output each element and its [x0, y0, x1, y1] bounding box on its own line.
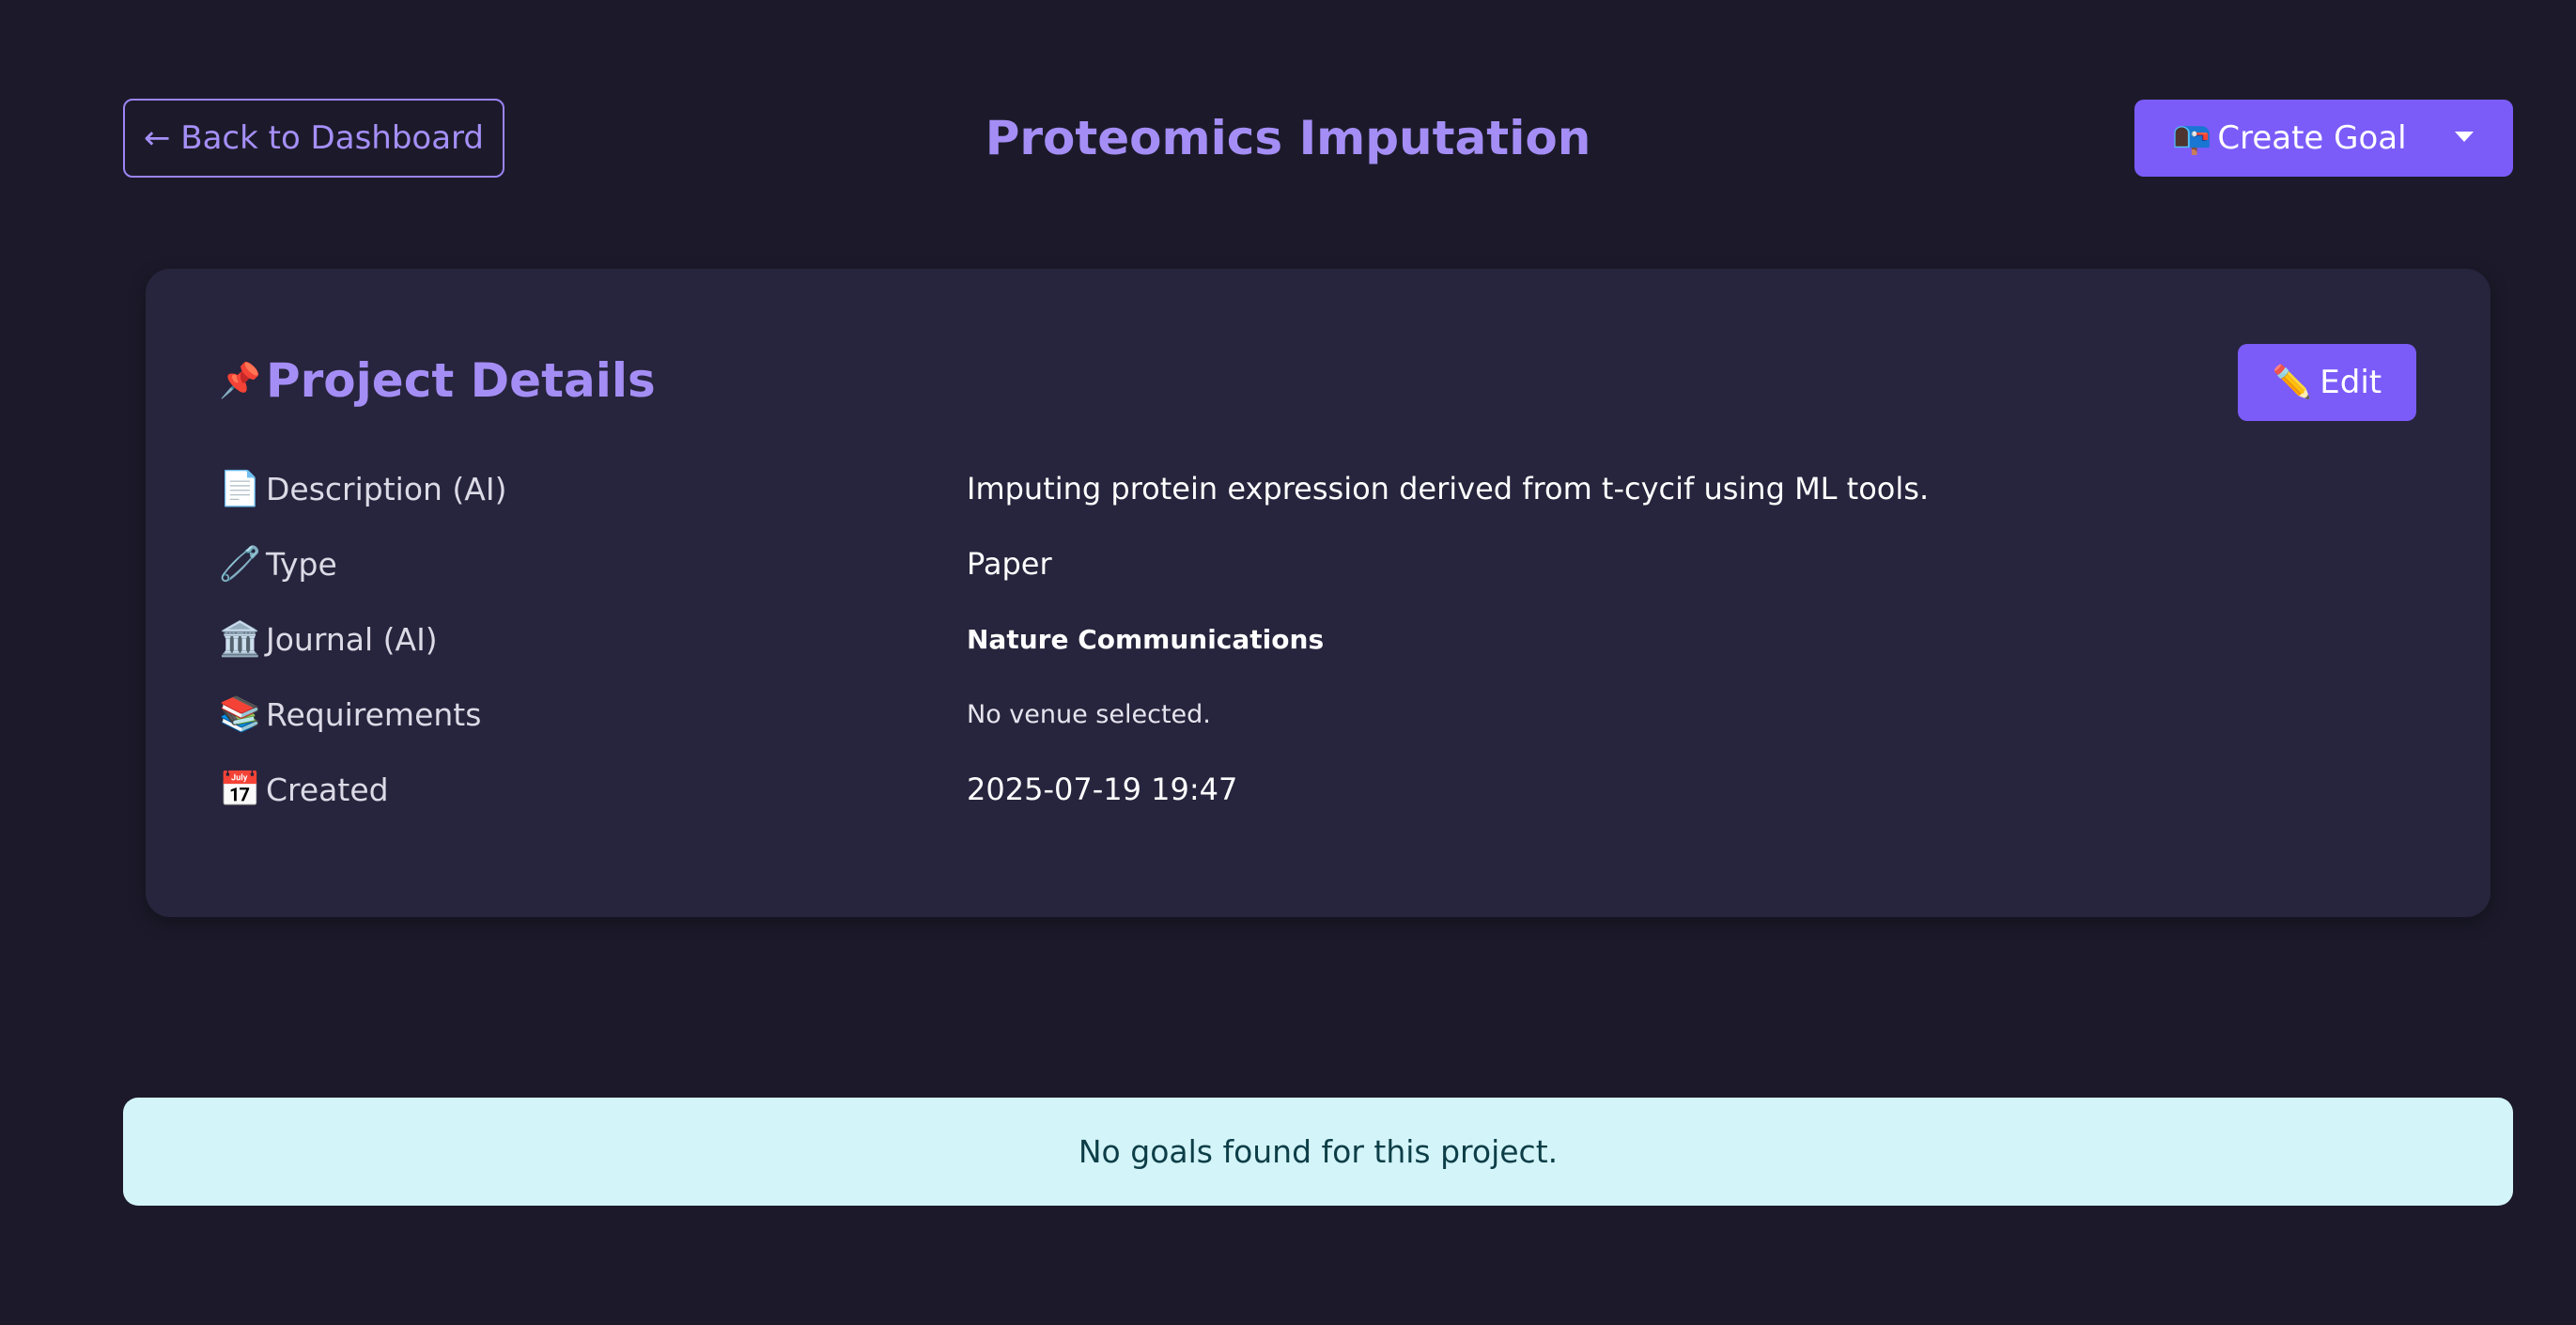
- detail-label: 🏛️ Journal (AI): [219, 611, 438, 667]
- detail-label-text: Description (AI): [266, 470, 507, 507]
- detail-label: 📄 Description (AI): [219, 460, 507, 517]
- no-goals-alert: No goals found for this project.: [123, 1098, 2513, 1206]
- pencil-icon: ✏️: [2272, 364, 2313, 401]
- safety-pin-icon: 🧷: [219, 545, 261, 584]
- calendar-icon: 📅: [219, 771, 261, 809]
- detail-label-text: Requirements: [266, 695, 482, 733]
- detail-value-type: Paper: [967, 546, 1052, 582]
- detail-label: 📅 Created: [219, 761, 389, 818]
- classical-building-icon: 🏛️: [219, 620, 261, 659]
- detail-row-description: 📄 Description (AI) Imputing protein expr…: [219, 460, 2417, 517]
- document-icon: 📄: [219, 470, 261, 508]
- detail-label-text: Journal (AI): [266, 620, 438, 658]
- project-details-title-text: Project Details: [266, 353, 656, 408]
- books-icon: 📚: [219, 695, 261, 734]
- chevron-down-icon[interactable]: [2455, 132, 2474, 142]
- detail-label-text: Created: [266, 771, 389, 808]
- detail-label: 📚 Requirements: [219, 686, 481, 742]
- create-goal-label: Create Goal: [2217, 119, 2407, 157]
- detail-value-created: 2025-07-19 19:47: [967, 772, 1238, 807]
- detail-row-type: 🧷 Type Paper: [219, 536, 2417, 592]
- edit-button[interactable]: ✏️ Edit: [2238, 344, 2416, 421]
- project-details-title: 📌 Project Details: [219, 353, 656, 408]
- detail-value-description: Imputing protein expression derived from…: [967, 471, 1930, 507]
- pushpin-icon: 📌: [219, 362, 261, 400]
- mailbox-icon: 📭: [2172, 119, 2212, 157]
- project-details-card: 📌 Project Details ✏️ Edit 📄 Description …: [146, 269, 2491, 917]
- detail-row-created: 📅 Created 2025-07-19 19:47: [219, 761, 2417, 818]
- detail-row-requirements: 📚 Requirements No venue selected.: [219, 686, 2417, 742]
- detail-label: 🧷 Type: [219, 536, 337, 592]
- create-goal-label-group: 📭 Create Goal: [2172, 119, 2407, 157]
- detail-value-journal: Nature Communications: [967, 623, 1325, 655]
- edit-label: Edit: [2320, 364, 2382, 401]
- detail-label-text: Type: [266, 545, 337, 583]
- detail-row-journal: 🏛️ Journal (AI) Nature Communications: [219, 611, 2417, 667]
- detail-value-requirements: No venue selected.: [967, 699, 1211, 729]
- create-goal-button[interactable]: 📭 Create Goal: [2134, 100, 2513, 177]
